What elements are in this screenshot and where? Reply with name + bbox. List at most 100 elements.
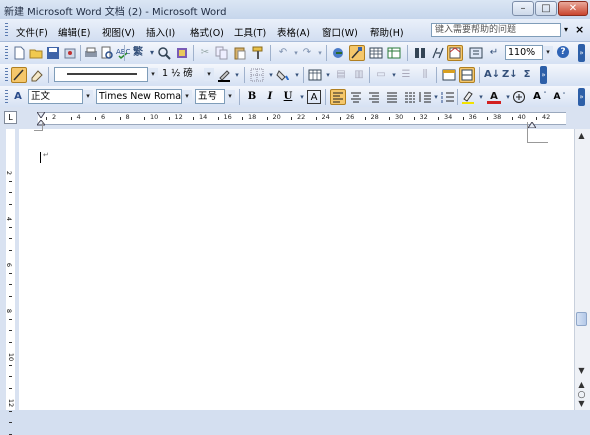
next-page-button[interactable]: ▼ — [576, 399, 587, 408]
document-page[interactable] — [19, 129, 574, 410]
help-icon[interactable]: ? — [557, 46, 569, 58]
copy-icon[interactable] — [215, 46, 229, 60]
chevron-down-icon[interactable]: ▾ — [474, 90, 488, 104]
maximize-button[interactable]: □ — [535, 1, 557, 16]
format-painter-icon[interactable] — [251, 46, 265, 60]
borders-icon[interactable] — [250, 68, 264, 82]
font-select[interactable]: Times New Roman — [96, 89, 182, 104]
font-dropdown-arrow[interactable]: ▾ — [182, 90, 192, 103]
save-icon[interactable] — [46, 46, 60, 60]
menu-table[interactable]: 表格(A) — [277, 25, 310, 39]
menu-edit[interactable]: 编辑(E) — [58, 25, 90, 39]
border-color-icon[interactable] — [217, 68, 231, 82]
align-icon[interactable]: ▭ — [374, 68, 388, 82]
menu-file[interactable]: 文件(F) — [16, 25, 48, 39]
paragraph-mark-icon[interactable]: ↵ — [487, 46, 501, 60]
print-icon[interactable] — [84, 46, 98, 60]
eraser-icon[interactable] — [30, 68, 44, 82]
justify-icon[interactable] — [385, 90, 399, 104]
table-autoformat-icon[interactable] — [442, 68, 456, 82]
open-icon[interactable] — [29, 46, 43, 60]
distribute-columns-icon[interactable]: ⫼ — [418, 68, 432, 82]
align-center-icon[interactable] — [349, 90, 363, 104]
traditional-chinese-button[interactable]: 繁 — [131, 46, 145, 60]
shading-color-icon[interactable] — [276, 68, 290, 82]
help-dropdown-arrow[interactable]: ▾ — [561, 23, 571, 37]
insert-excel-icon[interactable] — [387, 46, 401, 60]
tables-toolbar-grip[interactable] — [5, 68, 8, 82]
font-color-button[interactable]: A — [487, 90, 501, 104]
autofit-icon[interactable] — [459, 67, 475, 83]
drawing-icon[interactable] — [431, 46, 445, 60]
zoom-dropdown-arrow[interactable]: ▾ — [543, 46, 553, 59]
scroll-up-button[interactable]: ▲ — [576, 131, 587, 140]
research-book-icon[interactable] — [175, 46, 189, 60]
undo-icon[interactable]: ↶ — [276, 46, 290, 60]
menu-window[interactable]: 窗口(W) — [322, 25, 358, 39]
split-cells-icon[interactable]: ▥ — [352, 68, 366, 82]
cut-icon[interactable]: ✂ — [198, 46, 212, 60]
menu-view[interactable]: 视图(V) — [102, 25, 135, 39]
spelling-icon[interactable]: ABC — [116, 46, 130, 60]
insert-table-icon[interactable] — [369, 46, 383, 60]
formatting-toolbar-grip[interactable] — [5, 90, 8, 104]
close-document-button[interactable]: × — [575, 23, 584, 36]
print-preview-icon[interactable] — [100, 46, 114, 60]
character-border-button[interactable]: A — [307, 90, 321, 104]
help-search-input[interactable]: 键入需要帮助的问题 — [431, 23, 561, 37]
enclose-characters-icon[interactable] — [512, 90, 526, 104]
chevron-down-icon[interactable]: ▾ — [321, 68, 335, 82]
font-size-select[interactable]: 五号 — [195, 89, 225, 104]
toolbar-options-chevron-icon[interactable]: » — [540, 66, 547, 84]
numbering-icon[interactable] — [441, 90, 455, 104]
sort-ascending-icon[interactable]: A↓ — [484, 68, 500, 82]
scroll-thumb[interactable] — [576, 312, 587, 326]
align-left-icon[interactable] — [330, 89, 346, 105]
columns-icon[interactable] — [413, 46, 427, 60]
document-map-icon[interactable] — [447, 45, 463, 61]
menu-insert[interactable]: 插入(I) — [146, 25, 175, 39]
distribute-rows-icon[interactable]: ☰ — [399, 68, 413, 82]
menu-tools[interactable]: 工具(T) — [234, 25, 266, 39]
line-weight-select[interactable]: 1 ½ 磅 — [160, 67, 205, 82]
toolbar-options-chevron-icon[interactable]: » — [578, 88, 585, 106]
tab-selector-button[interactable]: L — [4, 111, 17, 124]
italic-button[interactable]: I — [263, 90, 277, 104]
distributed-align-icon[interactable] — [403, 90, 417, 104]
first-line-indent-marker[interactable] — [36, 110, 46, 119]
research-icon[interactable] — [157, 46, 171, 60]
scroll-down-button[interactable]: ▼ — [576, 366, 587, 375]
redo-dropdown-icon[interactable]: ▾ — [313, 46, 327, 60]
paste-icon[interactable] — [233, 46, 247, 60]
align-right-icon[interactable] — [367, 90, 381, 104]
line-style-dropdown-arrow[interactable]: ▾ — [148, 68, 158, 81]
menu-grip[interactable] — [5, 23, 8, 37]
styles-formatting-icon[interactable]: A — [11, 90, 25, 104]
hyperlink-icon[interactable] — [332, 46, 346, 60]
underline-button[interactable]: U — [281, 90, 295, 104]
standard-toolbar-grip[interactable] — [5, 46, 8, 60]
line-weight-dropdown-arrow[interactable]: ▾ — [204, 68, 214, 81]
autosum-icon[interactable]: Σ — [520, 68, 534, 82]
new-document-icon[interactable] — [12, 46, 26, 60]
zoom-select[interactable]: 110% — [505, 45, 543, 60]
minimize-button[interactable]: – — [512, 1, 534, 16]
menu-format[interactable]: 格式(O) — [190, 25, 224, 39]
style-dropdown-arrow[interactable]: ▾ — [83, 90, 93, 103]
menu-help[interactable]: 帮助(H) — [370, 25, 404, 39]
chevron-down-icon[interactable]: ▾ — [290, 68, 304, 82]
highlight-icon[interactable] — [461, 90, 475, 104]
tables-borders-icon[interactable] — [349, 45, 365, 61]
merge-cells-icon[interactable]: ▤ — [334, 68, 348, 82]
toolbar-options-chevron-icon[interactable]: » — [578, 44, 585, 62]
previous-page-button[interactable]: ▲ — [576, 380, 587, 389]
draw-table-icon[interactable] — [11, 67, 27, 83]
sort-descending-icon[interactable]: Z↓ — [502, 68, 518, 82]
bold-button[interactable]: B — [245, 90, 259, 104]
style-select[interactable]: 正文 — [28, 89, 83, 104]
font-size-dropdown-arrow[interactable]: ▾ — [225, 90, 235, 103]
permission-icon[interactable] — [63, 46, 77, 60]
line-style-select[interactable] — [54, 67, 148, 82]
close-window-button[interactable]: ✕ — [558, 1, 588, 16]
redo-icon[interactable]: ↷ — [300, 46, 314, 60]
